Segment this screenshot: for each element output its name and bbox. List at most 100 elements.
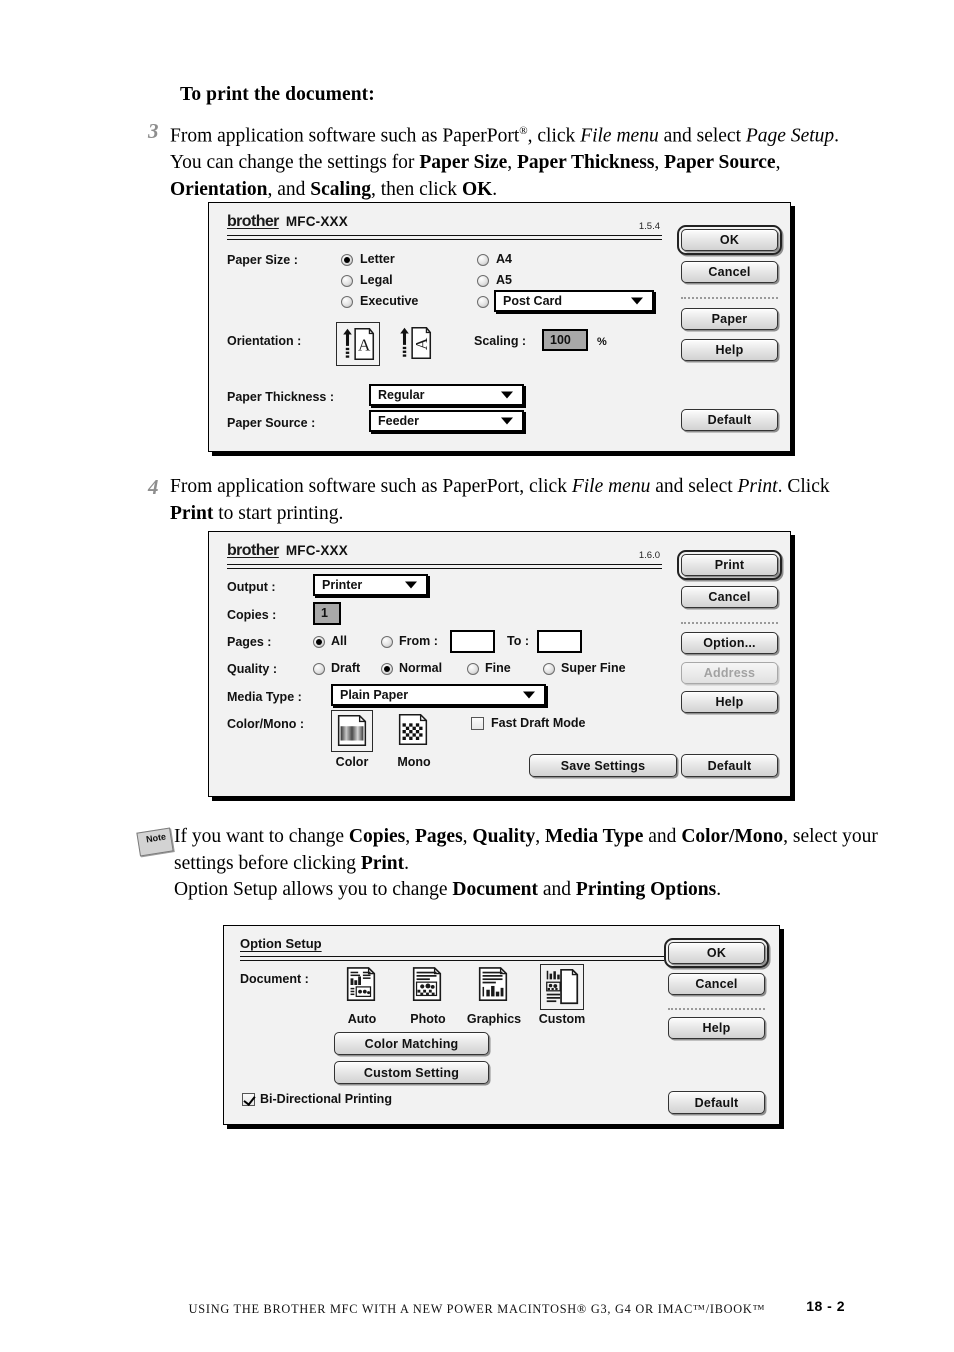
radio-pages-from-label: From : bbox=[399, 634, 438, 648]
note-text: If you want to change Copies, Pages, Qua… bbox=[174, 826, 878, 900]
document-auto-button[interactable] bbox=[342, 964, 382, 1008]
paper-size-label: Paper Size : bbox=[227, 253, 298, 267]
graphics-document-icon bbox=[478, 967, 508, 1002]
radio-a5[interactable] bbox=[477, 275, 489, 287]
document-photo-button[interactable] bbox=[408, 964, 448, 1008]
color-mode-button[interactable] bbox=[331, 710, 373, 752]
default-button[interactable]: Default bbox=[681, 409, 778, 431]
button-separator bbox=[681, 297, 778, 299]
radio-quality-fine-label: Fine bbox=[485, 661, 511, 675]
step-3-number: 3 bbox=[148, 119, 159, 143]
document-auto-caption: Auto bbox=[347, 1012, 377, 1026]
mono-mode-button[interactable] bbox=[393, 710, 435, 752]
header-rule bbox=[227, 235, 662, 240]
radio-letter[interactable] bbox=[341, 254, 353, 266]
quality-label: Quality : bbox=[227, 662, 278, 676]
ok-button[interactable]: OK bbox=[668, 942, 765, 964]
radio-pages-all[interactable] bbox=[313, 636, 325, 648]
cancel-button[interactable]: Cancel bbox=[668, 973, 765, 995]
postcard-dropdown[interactable]: Post Card bbox=[494, 290, 654, 312]
color-matching-button[interactable]: Color Matching bbox=[334, 1032, 489, 1055]
pages-label: Pages : bbox=[227, 635, 272, 649]
custom-document-icon bbox=[546, 968, 579, 1005]
step-4-number: 4 bbox=[148, 475, 159, 499]
radio-quality-normal[interactable] bbox=[381, 663, 393, 675]
ok-button[interactable]: OK bbox=[681, 229, 778, 251]
option-button[interactable]: Option... bbox=[681, 632, 778, 654]
save-settings-button[interactable]: Save Settings bbox=[529, 754, 677, 777]
radio-letter-label: Letter bbox=[360, 252, 395, 266]
brother-logo: brother bbox=[227, 542, 279, 559]
brand-row: brother MFC-XXX bbox=[227, 213, 348, 231]
chevron-down-icon bbox=[631, 297, 643, 305]
pages-to-label: To : bbox=[507, 634, 529, 648]
footer-text: USING THE BROTHER MFC WITH A NEW POWER M… bbox=[188, 1302, 766, 1316]
svg-text:A: A bbox=[412, 337, 431, 350]
radio-legal[interactable] bbox=[341, 275, 353, 287]
page-setup-dialog[interactable]: brother MFC-XXX 1.5.4 Paper Size : Lette… bbox=[208, 202, 791, 452]
scaling-input[interactable]: 100 bbox=[542, 329, 588, 351]
document-graphics-button[interactable] bbox=[474, 964, 514, 1008]
option-setup-dialog[interactable]: Option Setup Document : Auto Photo Graph… bbox=[223, 925, 780, 1125]
copies-input[interactable]: 1 bbox=[313, 602, 341, 625]
page-number: 18 - 2 bbox=[806, 1298, 845, 1314]
header-rule bbox=[240, 956, 664, 961]
paper-source-value: Feeder bbox=[378, 414, 419, 428]
option-setup-title: Option Setup bbox=[240, 936, 322, 951]
portrait-page-icon: A bbox=[343, 327, 375, 361]
chevron-down-icon bbox=[501, 391, 513, 399]
color-page-icon bbox=[337, 715, 367, 747]
step-3: 3 From application software such as Pape… bbox=[148, 118, 873, 203]
orientation-landscape-button[interactable]: A bbox=[394, 322, 438, 366]
cancel-button[interactable]: Cancel bbox=[681, 586, 778, 608]
note-block: Note If you want to change Copies, Pages… bbox=[136, 824, 878, 904]
radio-quality-fine[interactable] bbox=[467, 663, 479, 675]
copies-label: Copies : bbox=[227, 608, 277, 622]
note-icon: Note bbox=[136, 827, 174, 858]
postcard-dropdown-value: Post Card bbox=[503, 294, 563, 308]
document-custom-button[interactable] bbox=[540, 964, 584, 1010]
copies-value: 1 bbox=[321, 606, 328, 620]
pages-to-value bbox=[545, 632, 580, 635]
print-button[interactable]: Print bbox=[681, 554, 778, 576]
pages-from-input[interactable] bbox=[450, 630, 495, 653]
cancel-button[interactable]: Cancel bbox=[681, 261, 778, 283]
document-label: Document : bbox=[240, 972, 309, 986]
color-caption: Color bbox=[335, 755, 369, 769]
media-type-dropdown[interactable]: Plain Paper bbox=[331, 684, 546, 706]
paper-source-dropdown[interactable]: Feeder bbox=[369, 410, 524, 432]
paper-thickness-label: Paper Thickness : bbox=[227, 390, 334, 404]
output-value: Printer bbox=[322, 578, 363, 592]
media-type-label: Media Type : bbox=[227, 690, 302, 704]
radio-executive[interactable] bbox=[341, 296, 353, 308]
output-dropdown[interactable]: Printer bbox=[313, 574, 428, 596]
radio-a4[interactable] bbox=[477, 254, 489, 266]
radio-pages-from[interactable] bbox=[381, 636, 393, 648]
pages-to-input[interactable] bbox=[537, 630, 582, 653]
media-type-value: Plain Paper bbox=[340, 688, 409, 702]
mono-page-icon bbox=[398, 714, 428, 746]
bidirectional-checkbox[interactable] bbox=[242, 1093, 255, 1106]
document-graphics-caption: Graphics bbox=[466, 1012, 522, 1026]
orientation-portrait-button[interactable]: A bbox=[336, 322, 380, 366]
radio-legal-label: Legal bbox=[360, 273, 393, 287]
paper-thickness-dropdown[interactable]: Regular bbox=[369, 384, 524, 406]
step-4-text: From application software such as PaperP… bbox=[170, 476, 830, 524]
default-button[interactable]: Default bbox=[668, 1091, 765, 1114]
radio-postcard[interactable] bbox=[477, 296, 489, 308]
page-footer: USING THE BROTHER MFC WITH A NEW POWER M… bbox=[0, 1298, 954, 1318]
radio-quality-draft[interactable] bbox=[313, 663, 325, 675]
fast-draft-checkbox[interactable] bbox=[471, 717, 484, 730]
help-button[interactable]: Help bbox=[681, 339, 778, 361]
landscape-page-icon: A bbox=[400, 326, 432, 360]
help-button[interactable]: Help bbox=[668, 1017, 765, 1039]
radio-quality-normal-label: Normal bbox=[399, 661, 443, 675]
model-name: MFC-XXX bbox=[285, 543, 348, 558]
print-dialog[interactable]: brother MFC-XXX 1.6.0 Output : Printer C… bbox=[208, 531, 791, 797]
custom-setting-button[interactable]: Custom Setting bbox=[334, 1061, 489, 1084]
help-button[interactable]: Help bbox=[681, 691, 778, 713]
radio-quality-superfine[interactable] bbox=[543, 663, 555, 675]
default-button[interactable]: Default bbox=[681, 754, 778, 777]
paper-source-label: Paper Source : bbox=[227, 416, 316, 430]
paper-button[interactable]: Paper bbox=[681, 308, 778, 330]
